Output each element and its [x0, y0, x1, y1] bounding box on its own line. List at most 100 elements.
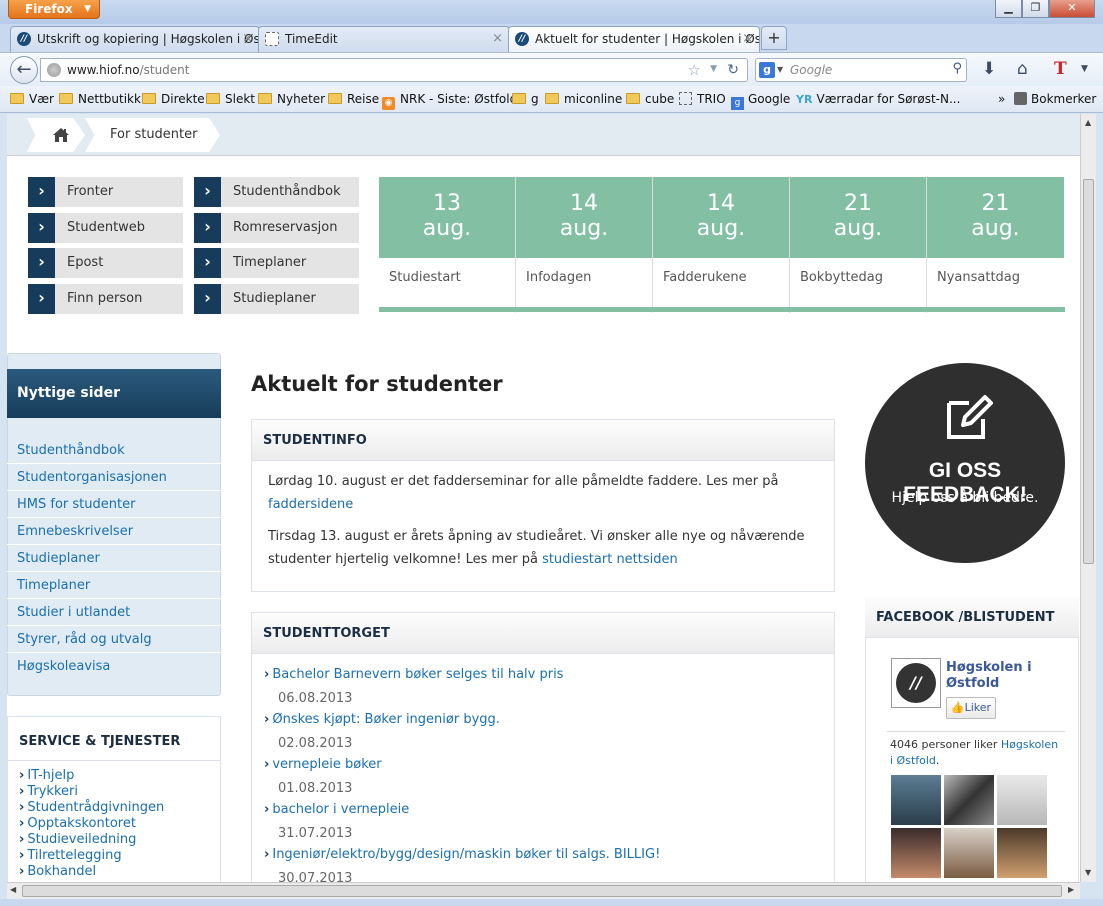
sidebar-link-studier-utlandet[interactable]: Studier i utlandet [7, 599, 221, 626]
chevron-down-icon[interactable]: ▼ [1081, 64, 1088, 74]
sidebar-link-studieplaner[interactable]: Studieplaner [7, 545, 221, 572]
addon-t-icon[interactable]: T [1054, 59, 1067, 79]
chevron-down-icon[interactable]: ▼ [777, 65, 783, 74]
back-button[interactable]: ← [10, 56, 38, 84]
fan-avatar[interactable] [891, 775, 941, 825]
tab-close-icon[interactable]: × [242, 27, 253, 51]
fan-avatar[interactable] [891, 828, 941, 878]
folder-icon [10, 93, 24, 104]
close-window-button[interactable]: ✕ [1049, 0, 1095, 18]
history-dropdown-icon[interactable]: ▼ [710, 64, 717, 74]
fan-avatar[interactable] [944, 775, 994, 825]
sidebar-link-studenthandbok[interactable]: Studenthåndbok [7, 437, 221, 464]
quick-link-studentweb[interactable]: › Studentweb [28, 213, 183, 243]
bookmark-google[interactable]: g Google [731, 92, 790, 110]
fan-avatar[interactable] [997, 828, 1047, 878]
sidebar-link-hms[interactable]: HMS for studenter [7, 491, 221, 518]
quick-link-timeplaner[interactable]: › Timeplaner [194, 248, 359, 278]
scroll-thumb[interactable] [1083, 179, 1094, 564]
facebook-page-name[interactable]: Høgskolen i Østfold [946, 660, 1056, 692]
studenttorget-item-link[interactable]: › Bachelor Barnevern bøker selges til hal… [264, 667, 563, 682]
service-link-tilrettelegging[interactable]: › Tilrettelegging [19, 848, 122, 864]
bookmark-vaer[interactable]: Vær [10, 92, 54, 106]
bookmarks-overflow[interactable]: » [998, 92, 1005, 106]
event-month: aug. [696, 216, 746, 241]
event-fadderukene[interactable]: 14 aug. Fadderukene [653, 177, 790, 313]
facebook-like-button[interactable]: 👍Liker [946, 697, 996, 719]
tab-close-icon[interactable]: × [742, 27, 753, 51]
event-nyansattdag[interactable]: 21 aug. Nyansattdag [927, 177, 1064, 313]
window-titlebar: Firefox ▼ ▁ ❐ ✕ [0, 0, 1103, 24]
studenttorget-item-link[interactable]: › Ingeniør/elektro/bygg/design/maskin bøk… [264, 847, 660, 862]
service-link-trykkeri[interactable]: › Trykkeri [19, 784, 78, 800]
quick-link-studenthandbok[interactable]: › Studenthåndbok [194, 177, 359, 207]
new-tab-button[interactable]: + [761, 26, 787, 50]
bookmarks-menu[interactable]: Bokmerker [1014, 92, 1096, 106]
quick-link-fronter[interactable]: › Fronter [28, 177, 183, 207]
url-text[interactable]: www.hiof.no/student [67, 63, 189, 77]
event-studiestart[interactable]: 13 aug. Studiestart [379, 177, 516, 313]
sidebar-link-hogskoleavisa[interactable]: Høgskoleavisa [7, 653, 221, 680]
bookmark-direkte[interactable]: Direkte [142, 92, 205, 106]
scroll-thumb[interactable] [22, 885, 1062, 897]
fan-avatar[interactable] [944, 828, 994, 878]
search-bar[interactable]: g ▼ Google ⚲ [755, 58, 967, 82]
firefox-menu-button[interactable]: Firefox ▼ [8, 0, 100, 19]
quick-link-romreservasjon[interactable]: › Romreservasjon [194, 213, 359, 243]
tab-timeedit[interactable]: TimeEdit × [258, 26, 510, 52]
breadcrumb-home[interactable] [27, 118, 85, 152]
download-icon[interactable]: ⬇ [982, 59, 996, 79]
bookmark-nyheter[interactable]: Nyheter [258, 92, 325, 106]
bookmark-vaerradar[interactable]: YR Værradar for Sørøst-N... [796, 92, 960, 106]
service-link-studentradgivningen[interactable]: › Studentrådgivningen [19, 800, 164, 816]
bookmark-g[interactable]: g [512, 92, 539, 106]
quick-link-studieplaner[interactable]: › Studieplaner [194, 284, 359, 314]
event-infodagen[interactable]: 14 aug. Infodagen [516, 177, 653, 313]
feedback-button[interactable]: GI OSS FEEDBACK! Hjelp oss å bli bedre. [865, 363, 1065, 563]
tab-aktuelt[interactable]: // Aktuelt for studenter | Høgskolen i Ø… [508, 26, 760, 52]
quick-link-finn-person[interactable]: › Finn person [28, 284, 183, 314]
search-icon[interactable]: ⚲ [952, 61, 962, 76]
service-link-it-hjelp[interactable]: › IT-hjelp [19, 768, 74, 784]
service-link-bokhandel[interactable]: › Bokhandel [19, 864, 96, 880]
studenttorget-item-link[interactable]: › bachelor i vernepleie [264, 802, 409, 817]
hiof-logo[interactable]: // [891, 658, 941, 708]
scroll-up-icon[interactable]: ▲ [1085, 118, 1091, 127]
bookmark-trio[interactable]: TRIO [679, 92, 726, 106]
bookmark-nettbutikk[interactable]: Nettbutikk [59, 92, 141, 106]
sidebar-link-studentorganisasjonen[interactable]: Studentorganisasjonen [7, 464, 221, 491]
service-link-studieveiledning[interactable]: › Studieveiledning [19, 832, 136, 848]
bookmark-miconline[interactable]: miconline [545, 92, 622, 106]
home-icon[interactable]: ⌂ [1017, 59, 1028, 79]
sidebar-link-timeplaner[interactable]: Timeplaner [7, 572, 221, 599]
url-bar[interactable]: www.hiof.no/student ☆ ▼ ↻ [40, 58, 748, 82]
bookmark-reise[interactable]: Reise [328, 92, 379, 106]
google-engine-icon[interactable]: g [759, 62, 775, 78]
quick-link-epost[interactable]: › Epost [28, 248, 183, 278]
bookmark-slekt[interactable]: Slekt [206, 92, 255, 106]
scroll-down-icon[interactable]: ▼ [1085, 868, 1091, 877]
fan-avatar[interactable] [997, 775, 1047, 825]
tab-close-icon[interactable]: × [492, 27, 503, 51]
studenttorget-item-link[interactable]: › vernepleie bøker [264, 757, 382, 772]
vertical-scrollbar[interactable]: ▲ ▼ [1080, 114, 1096, 882]
horizontal-scrollbar[interactable]: ◀ ▶ [7, 882, 1080, 899]
scroll-right-icon[interactable]: ▶ [1068, 885, 1074, 894]
reload-icon[interactable]: ↻ [727, 62, 739, 78]
studiestart-link[interactable]: studiestart nettsiden [542, 552, 678, 567]
sidebar-link-styrer[interactable]: Styrer, råd og utvalg [7, 626, 221, 653]
scroll-left-icon[interactable]: ◀ [10, 885, 16, 894]
blank-page-icon [265, 32, 279, 46]
event-bokbyttedag[interactable]: 21 aug. Bokbyttedag [790, 177, 927, 313]
service-link-opptakskontoret[interactable]: › Opptakskontoret [19, 816, 136, 832]
faddersidene-link[interactable]: faddersidene [268, 497, 353, 512]
bookmark-cube[interactable]: cube [626, 92, 674, 106]
bookmark-star-icon[interactable]: ☆ [688, 61, 701, 79]
maximize-button[interactable]: ❐ [1022, 0, 1049, 18]
tab-utskrift[interactable]: // Utskrift og kopiering | Høgskolen i Ø… [10, 26, 260, 52]
sidebar-link-emnebeskrivelser[interactable]: Emnebeskrivelser [7, 518, 221, 545]
breadcrumb-for-studenter[interactable]: For studenter [85, 118, 220, 152]
bookmark-nrk[interactable]: ◉ NRK - Siste: Østfold [382, 92, 517, 110]
minimize-button[interactable]: ▁ [995, 0, 1022, 18]
studenttorget-item-link[interactable]: › Ønskes kjøpt: Bøker ingeniør bygg. [264, 712, 500, 727]
